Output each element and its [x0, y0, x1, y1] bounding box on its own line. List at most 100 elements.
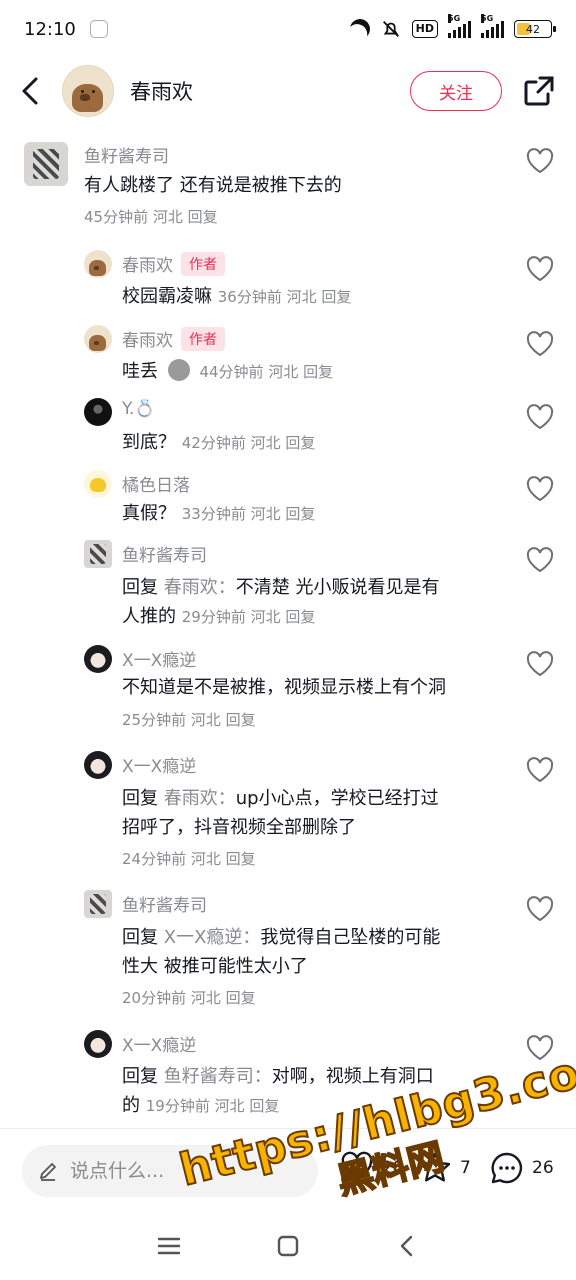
- chevron-left-icon: [22, 77, 38, 105]
- share-icon[interactable]: [522, 74, 556, 108]
- comment-text: 哇丢 44分钟前 河北 回复: [122, 359, 334, 382]
- heart-icon: [526, 148, 554, 174]
- heart-icon: [526, 476, 554, 502]
- comment-text: 不知道是不是被推，视频显示楼上有个洞: [122, 677, 446, 698]
- heart-icon: [526, 651, 554, 677]
- heart-icon: [526, 547, 554, 573]
- status-bar: 12:10 HD 5G 5G 42: [0, 0, 576, 58]
- heart-icon: [526, 1035, 554, 1061]
- heart-icon: [526, 757, 554, 783]
- hd-icon: HD: [411, 20, 438, 38]
- comment-author[interactable]: 鱼籽酱寿司: [122, 541, 207, 566]
- home-icon[interactable]: [275, 1233, 301, 1259]
- like-count-button[interactable]: 28: [340, 1151, 404, 1185]
- comment-meta: 36分钟前 河北 回复: [217, 288, 352, 306]
- comment-author[interactable]: X一X瘾逆: [122, 752, 196, 777]
- author-avatar[interactable]: [62, 65, 114, 117]
- comment-author[interactable]: 鱼籽酱寿司: [84, 142, 169, 167]
- like-button[interactable]: [526, 476, 554, 502]
- signal-icon: 5G: [448, 14, 471, 38]
- comment-avatar[interactable]: [24, 142, 68, 186]
- reply-button[interactable]: 回复: [249, 1097, 279, 1115]
- back-button[interactable]: [20, 74, 44, 108]
- comment-count-button[interactable]: 26: [490, 1151, 554, 1185]
- sticker-emoji-icon: [167, 359, 190, 381]
- comment-text: 回复 春雨欢：up小心点，学校已经打过 招呼了，抖音视频全部删除了: [122, 788, 439, 838]
- comment-avatar[interactable]: [84, 645, 112, 673]
- like-button[interactable]: [526, 757, 554, 783]
- like-button[interactable]: [526, 547, 554, 573]
- author-badge: 作者: [181, 327, 225, 351]
- reply-button[interactable]: 回复: [285, 608, 315, 626]
- bottom-action-bar: 28 7 26: [0, 1128, 576, 1212]
- heart-icon: [526, 256, 554, 282]
- like-count: 28: [382, 1158, 404, 1178]
- comment-meta: 24分钟前 河北 回复: [122, 850, 256, 868]
- like-button[interactable]: [526, 651, 554, 677]
- like-button[interactable]: [526, 148, 554, 174]
- comment-author[interactable]: Y.💍: [122, 399, 156, 419]
- author-badge: 作者: [181, 252, 225, 276]
- comment-author[interactable]: X一X瘾逆: [122, 1031, 196, 1056]
- post-header: 春雨欢 关注: [0, 58, 576, 124]
- notification-app-icon: [89, 20, 108, 38]
- like-button[interactable]: [526, 331, 554, 357]
- heart-icon: [341, 1151, 373, 1182]
- comment-author[interactable]: 春雨欢 作者: [122, 326, 225, 351]
- comment-avatar[interactable]: [84, 470, 112, 498]
- system-nav-bar: [0, 1212, 576, 1280]
- comment-avatar[interactable]: [84, 250, 112, 278]
- comment-author[interactable]: X一X瘾逆: [122, 646, 196, 671]
- reply-button[interactable]: 回复: [285, 434, 315, 452]
- comment-meta: 44分钟前 河北 回复: [199, 363, 334, 381]
- comment-avatar[interactable]: [84, 540, 112, 568]
- comment-avatar[interactable]: [84, 325, 112, 353]
- heart-icon: [526, 331, 554, 357]
- comment-bubble-icon: [491, 1152, 523, 1184]
- comment-text: 到底？ 42分钟前 河北 回复: [122, 432, 316, 453]
- reply-button[interactable]: 回复: [188, 208, 218, 226]
- comment-meta: 20分钟前 河北 回复: [122, 989, 256, 1007]
- comment-avatar[interactable]: [84, 398, 112, 426]
- comment-avatar[interactable]: [84, 890, 112, 918]
- comment-count: 26: [532, 1158, 554, 1178]
- status-icons: HD 5G 5G 42: [350, 14, 556, 40]
- comment-avatar[interactable]: [84, 751, 112, 779]
- comment-meta: 45分钟前 河北 回复: [84, 208, 218, 226]
- menu-icon[interactable]: [156, 1233, 182, 1259]
- like-button[interactable]: [526, 1035, 554, 1061]
- comment-author[interactable]: 春雨欢 作者: [122, 251, 225, 276]
- comment-text: 回复 X一X瘾逆：我觉得自己坠楼的可能 性大 被推可能性太小了: [122, 927, 441, 977]
- mute-bell-icon: [382, 21, 399, 37]
- signal-icon-2: 5G: [481, 14, 504, 38]
- reply-button[interactable]: 回复: [303, 363, 333, 381]
- reply-button[interactable]: 回复: [226, 711, 256, 729]
- pencil-icon: [40, 1163, 56, 1181]
- comment-input[interactable]: [70, 1160, 290, 1182]
- comment-text: 校园霸凌嘛 36分钟前 河北 回复: [122, 286, 352, 307]
- do-not-disturb-icon: [346, 15, 373, 42]
- like-button[interactable]: [526, 404, 554, 430]
- reply-button[interactable]: 回复: [321, 288, 351, 306]
- follow-button[interactable]: 关注: [410, 71, 502, 111]
- comment-meta: 25分钟前 河北 回复: [122, 711, 256, 729]
- reply-button[interactable]: 回复: [226, 989, 256, 1007]
- comment-author[interactable]: 鱼籽酱寿司: [122, 891, 207, 916]
- author-name[interactable]: 春雨欢: [130, 76, 193, 106]
- reply-button[interactable]: 回复: [285, 505, 315, 523]
- comment-meta: 19分钟前 河北 回复: [145, 1097, 280, 1115]
- comment-input-box[interactable]: [22, 1145, 318, 1197]
- reply-button[interactable]: 回复: [226, 850, 256, 868]
- comment-text: 真假？ 33分钟前 河北 回复: [122, 503, 316, 524]
- back-nav-icon[interactable]: [394, 1233, 420, 1259]
- comment-text: 回复 鱼籽酱寿司：对啊，视频上有洞口的 19分钟前 河北 回复: [122, 1066, 434, 1116]
- comment-author[interactable]: 橘色日落: [122, 471, 190, 496]
- comment-list: 鱼籽酱寿司 有人跳楼了 还有说是被推下去的 45分钟前 河北 回复 春雨欢 作者 …: [0, 130, 576, 1120]
- favorite-count-button[interactable]: 7: [418, 1151, 471, 1185]
- like-button[interactable]: [526, 896, 554, 922]
- battery-icon: 42: [514, 20, 556, 38]
- like-button[interactable]: [526, 256, 554, 282]
- status-time: 12:10: [24, 18, 76, 40]
- comment-meta: 42分钟前 河北 回复: [181, 434, 316, 452]
- comment-avatar[interactable]: [84, 1030, 112, 1058]
